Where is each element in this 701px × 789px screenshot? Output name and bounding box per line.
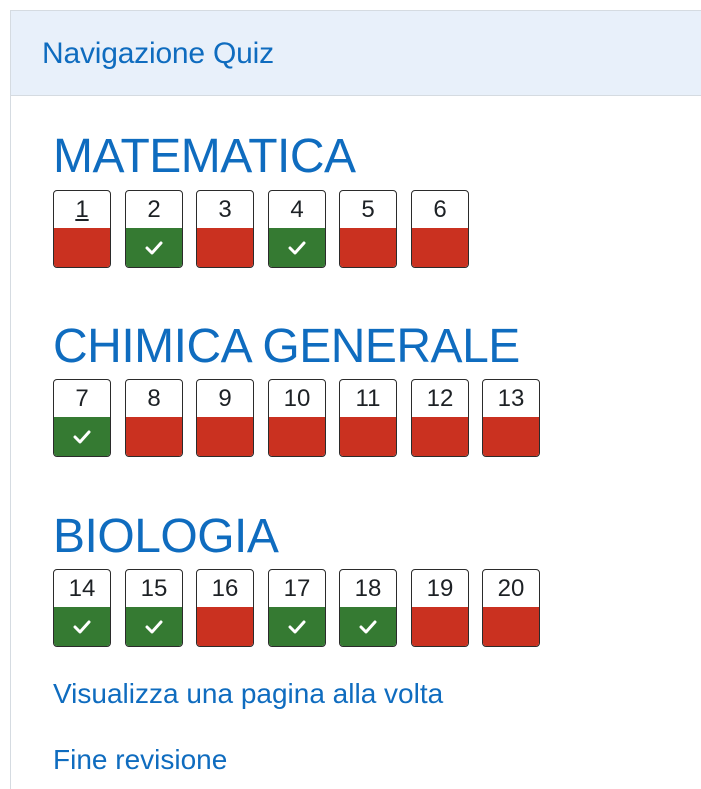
question-state-incorrect bbox=[412, 417, 468, 456]
question-number: 19 bbox=[426, 575, 454, 602]
question-number: 1 bbox=[75, 196, 89, 223]
question-number: 6 bbox=[433, 196, 447, 223]
question-button-3[interactable]: 3 bbox=[196, 190, 254, 268]
panel-title: Navigazione Quiz bbox=[42, 37, 274, 70]
section-title-matematica: MATEMATICA bbox=[53, 130, 356, 183]
question-state-incorrect bbox=[197, 228, 253, 267]
question-button-13[interactable]: 13 bbox=[482, 379, 540, 457]
question-button-14[interactable]: 14 bbox=[53, 569, 111, 647]
question-state-incorrect bbox=[126, 417, 182, 456]
question-state-correct bbox=[340, 607, 396, 646]
question-state-correct bbox=[269, 607, 325, 646]
question-number: 13 bbox=[497, 385, 525, 412]
question-state-incorrect bbox=[54, 228, 110, 267]
question-state-incorrect bbox=[483, 607, 539, 646]
question-button-16[interactable]: 16 bbox=[196, 569, 254, 647]
question-number: 11 bbox=[355, 385, 381, 412]
question-state-correct bbox=[126, 228, 182, 267]
question-number: 10 bbox=[283, 385, 311, 412]
question-button-18[interactable]: 18 bbox=[339, 569, 397, 647]
check-icon bbox=[145, 620, 163, 633]
question-state-incorrect bbox=[269, 417, 325, 456]
question-button-4[interactable]: 4 bbox=[268, 190, 326, 268]
check-icon bbox=[145, 241, 163, 254]
question-button-20[interactable]: 20 bbox=[482, 569, 540, 647]
question-state-correct bbox=[126, 607, 182, 646]
question-button-8[interactable]: 8 bbox=[125, 379, 183, 457]
question-number: 14 bbox=[68, 575, 96, 602]
panel-header: Navigazione Quiz bbox=[11, 10, 701, 96]
question-state-correct bbox=[269, 228, 325, 267]
question-button-7[interactable]: 7 bbox=[53, 379, 111, 457]
question-number: 8 bbox=[147, 385, 161, 412]
question-state-incorrect bbox=[412, 607, 468, 646]
question-number: 17 bbox=[283, 575, 311, 602]
check-icon bbox=[359, 620, 377, 633]
question-number: 15 bbox=[140, 575, 168, 602]
check-icon bbox=[288, 241, 306, 254]
check-icon bbox=[73, 620, 91, 633]
question-button-2[interactable]: 2 bbox=[125, 190, 183, 268]
question-button-11[interactable]: 11 bbox=[339, 379, 397, 457]
question-number: 12 bbox=[426, 385, 454, 412]
question-button-12[interactable]: 12 bbox=[411, 379, 469, 457]
question-button-10[interactable]: 10 bbox=[268, 379, 326, 457]
question-button-6[interactable]: 6 bbox=[411, 190, 469, 268]
section-title-biologia: BIOLOGIA bbox=[53, 510, 279, 563]
question-number: 9 bbox=[218, 385, 232, 412]
quiz-navigation-panel: Navigazione Quiz MATEMATICA 123456 CHIMI… bbox=[10, 10, 701, 789]
question-number: 3 bbox=[218, 196, 232, 223]
question-number: 5 bbox=[361, 196, 375, 223]
question-state-correct bbox=[54, 607, 110, 646]
question-state-incorrect bbox=[197, 607, 253, 646]
question-state-incorrect bbox=[483, 417, 539, 456]
question-state-incorrect bbox=[412, 228, 468, 267]
question-button-15[interactable]: 15 bbox=[125, 569, 183, 647]
question-number: 18 bbox=[354, 575, 382, 602]
question-state-incorrect bbox=[340, 417, 396, 456]
check-icon bbox=[73, 430, 91, 443]
question-number: 7 bbox=[75, 385, 89, 412]
finish-review-link[interactable]: Fine revisione bbox=[53, 744, 227, 776]
show-one-page-link[interactable]: Visualizza una pagina alla volta bbox=[53, 678, 443, 710]
question-number: 4 bbox=[290, 196, 304, 223]
question-number: 16 bbox=[211, 575, 239, 602]
question-state-incorrect bbox=[340, 228, 396, 267]
question-state-correct bbox=[54, 417, 110, 456]
question-button-5[interactable]: 5 bbox=[339, 190, 397, 268]
section-title-chimica-generale: CHIMICA GENERALE bbox=[53, 320, 520, 373]
question-number: 2 bbox=[147, 196, 161, 223]
question-button-19[interactable]: 19 bbox=[411, 569, 469, 647]
question-button-17[interactable]: 17 bbox=[268, 569, 326, 647]
question-number: 20 bbox=[497, 575, 525, 602]
question-state-incorrect bbox=[197, 417, 253, 456]
question-button-1[interactable]: 1 bbox=[53, 190, 111, 268]
question-button-9[interactable]: 9 bbox=[196, 379, 254, 457]
check-icon bbox=[288, 620, 306, 633]
